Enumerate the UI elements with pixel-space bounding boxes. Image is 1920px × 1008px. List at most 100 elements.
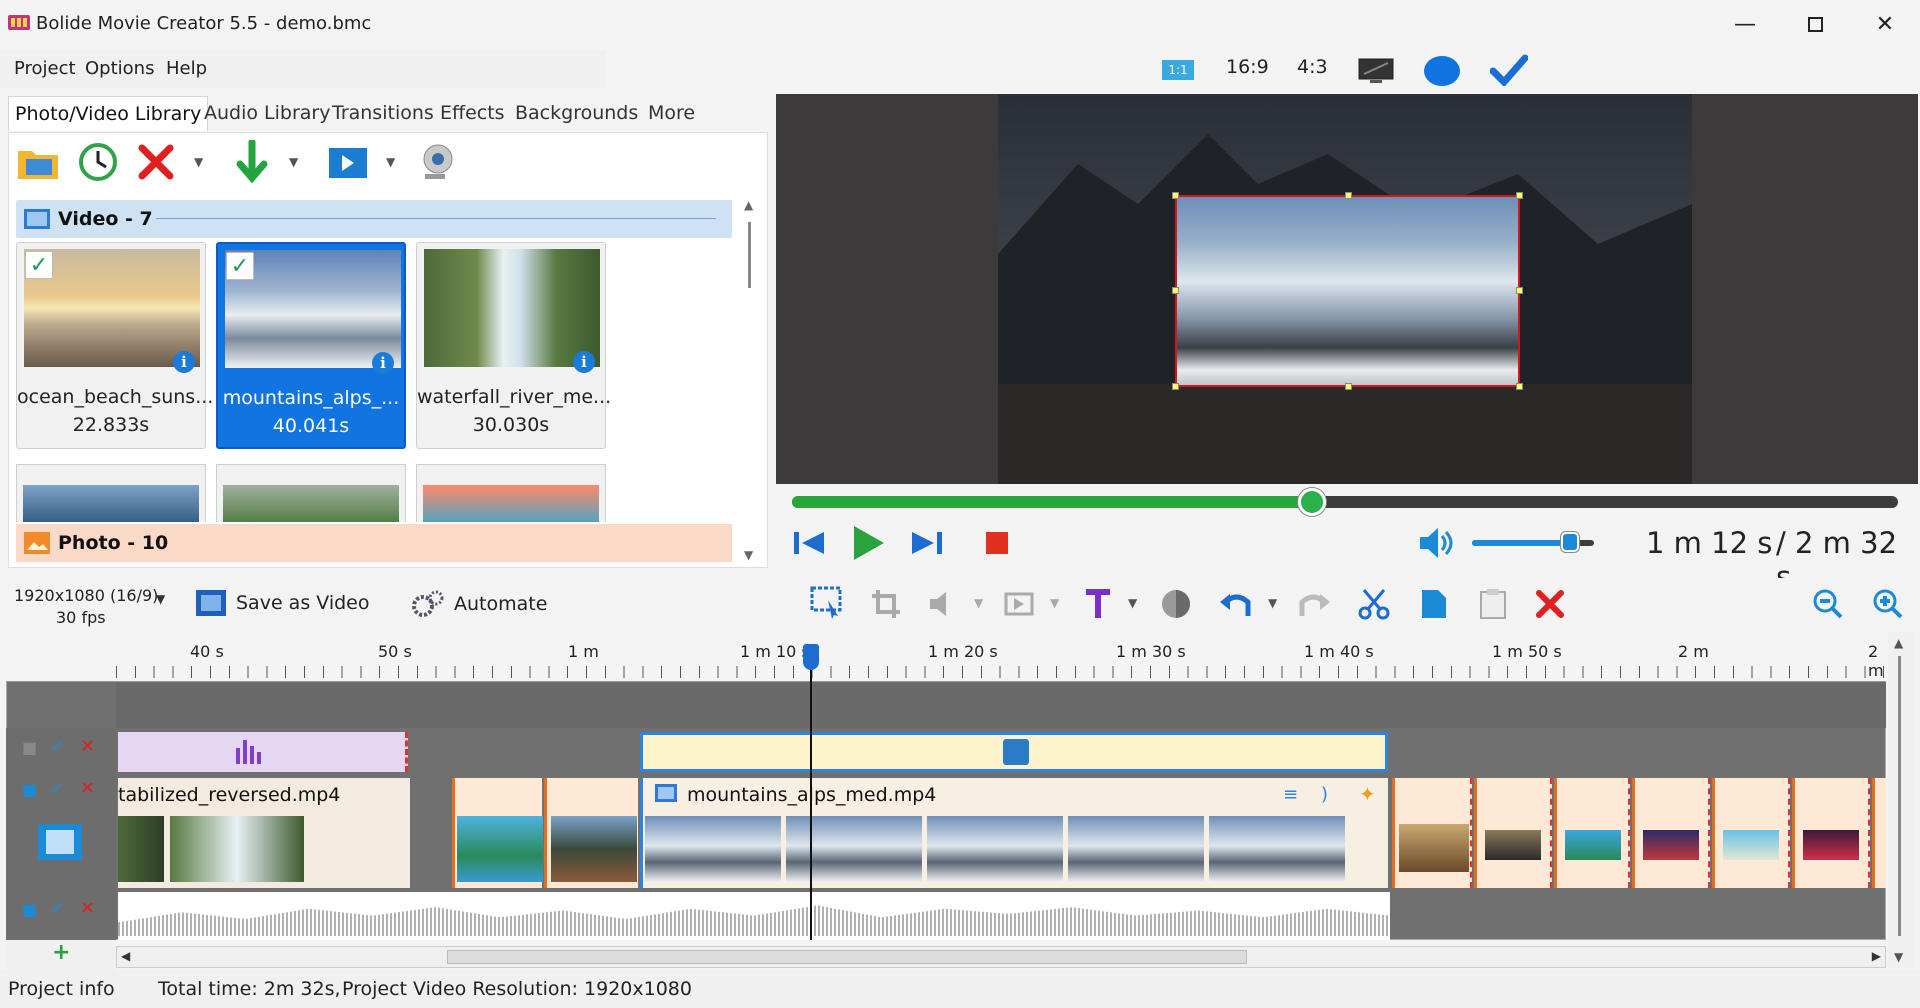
speaker-icon[interactable]: ■ (22, 780, 37, 799)
scissors-icon[interactable] (1358, 588, 1390, 624)
checkbox[interactable]: ✓ (25, 251, 53, 279)
close-button[interactable]: ✕ (1850, 0, 1920, 48)
speaker-icon[interactable]: ■ (22, 900, 37, 919)
recent-clock-icon[interactable] (74, 138, 122, 186)
check-icon[interactable]: ✓ (50, 898, 65, 919)
tab-more[interactable]: More (642, 96, 701, 130)
info-icon[interactable]: i (372, 352, 394, 374)
tab-effects[interactable]: Effects (434, 96, 511, 130)
playhead-handle[interactable] (803, 644, 819, 670)
previous-frame-icon[interactable] (792, 526, 826, 564)
resize-handle[interactable] (1516, 192, 1523, 199)
undo-icon[interactable] (1218, 588, 1252, 624)
color-effect-icon[interactable] (1160, 588, 1192, 624)
dropdown-arrow-icon[interactable]: ▼ (386, 155, 395, 169)
resize-handle[interactable] (1345, 383, 1352, 390)
dropdown-arrow-icon[interactable]: ▼ (194, 155, 203, 169)
maximize-button[interactable] (1780, 0, 1850, 48)
resize-handle[interactable] (1516, 383, 1523, 390)
dropdown-arrow-icon[interactable]: ▼ (1128, 596, 1137, 610)
import-down-arrow-icon[interactable] (228, 138, 276, 186)
webcam-icon[interactable] (412, 138, 460, 186)
library-item[interactable]: ✓ i mountains_alps_... 40.041s (216, 242, 406, 449)
screen-select-icon[interactable] (810, 586, 844, 624)
dropdown-arrow-icon[interactable]: ▼ (156, 592, 165, 606)
menu-help[interactable]: Help (166, 58, 207, 79)
check-icon[interactable]: ✓ (50, 778, 65, 799)
tab-audio-library[interactable]: Audio Library (198, 96, 336, 130)
menu-options[interactable]: Options (85, 58, 154, 79)
photo-clip[interactable] (1712, 778, 1790, 888)
selected-video-clip[interactable]: mountains_alps_med.mp4 ≡ ) ✦ (640, 778, 1388, 888)
library-item[interactable]: i waterfall_river_me... 30.030s (416, 242, 611, 449)
tab-backgrounds[interactable]: Backgrounds (509, 96, 644, 130)
photo-clip[interactable] (1632, 778, 1710, 888)
check-icon[interactable]: ✓ (50, 736, 65, 757)
paste-icon[interactable] (1478, 588, 1508, 624)
timeline-horizontal-scrollbar[interactable]: ◀ ▶ (116, 946, 1886, 968)
library-item[interactable] (416, 464, 606, 522)
add-track-icon[interactable]: + (52, 940, 70, 965)
photo-clip[interactable] (1392, 778, 1472, 888)
selected-overlay-clip[interactable] (1172, 192, 1523, 390)
checkbox[interactable]: ✓ (226, 252, 254, 280)
resize-handle[interactable] (1172, 383, 1179, 390)
photo-section-header[interactable]: Photo - 10 (16, 524, 732, 562)
adjust-icon[interactable]: ≡ (1283, 784, 1298, 805)
transition-icon[interactable] (1004, 590, 1036, 622)
library-item[interactable] (16, 464, 206, 522)
mute-icon[interactable] (928, 590, 958, 622)
overlay-clip[interactable] (640, 732, 1388, 772)
play-icon[interactable] (850, 524, 886, 566)
tab-photo-video-library[interactable]: Photo/Video Library (8, 96, 209, 131)
audio-wave-icon[interactable]: ) (1321, 784, 1328, 805)
photo-clip[interactable] (452, 778, 543, 888)
remove-icon[interactable]: ✕ (80, 778, 95, 799)
photo-clip[interactable] (1872, 778, 1886, 888)
video-capture-icon[interactable] (324, 138, 372, 186)
dropdown-arrow-icon[interactable]: ▼ (1050, 596, 1059, 610)
scroll-thumb[interactable] (447, 950, 1247, 964)
speaker-icon[interactable]: ■ (22, 738, 37, 757)
audio-clip[interactable] (118, 732, 408, 772)
ratio-1-1-button[interactable]: 1:1 (1162, 60, 1194, 80)
copy-icon[interactable] (1420, 588, 1448, 624)
save-as-video-button[interactable]: Save as Video (196, 590, 370, 616)
library-item[interactable]: ✓ i ocean_beach_suns... 22.833s (16, 242, 213, 449)
info-icon[interactable]: i (173, 351, 195, 373)
checkmark-icon[interactable] (1489, 54, 1529, 90)
volume-handle[interactable] (1560, 532, 1579, 552)
redo-icon[interactable] (1298, 588, 1332, 624)
audio-waveform-clip[interactable] (118, 892, 1390, 940)
open-folder-icon[interactable] (14, 138, 62, 186)
library-item[interactable] (216, 464, 406, 522)
photo-clip[interactable] (1792, 778, 1870, 888)
dropdown-arrow-icon[interactable]: ▼ (974, 596, 983, 610)
menu-project[interactable]: Project (14, 58, 76, 79)
crop-icon[interactable] (870, 588, 902, 624)
fps-label[interactable]: 30 fps (56, 608, 106, 627)
dropdown-arrow-icon[interactable]: ▼ (1268, 596, 1277, 610)
next-frame-icon[interactable] (910, 526, 944, 564)
timeline-vertical-scrollbar[interactable]: ▲ ▼ (1888, 632, 1914, 968)
library-scrollbar[interactable]: ▲ ▼ (740, 198, 760, 562)
remove-icon[interactable]: ✕ (80, 898, 95, 919)
circle-mask-icon[interactable] (1424, 56, 1460, 86)
stop-icon[interactable] (986, 532, 1008, 554)
volume-icon[interactable] (1418, 526, 1454, 564)
monitor-icon[interactable] (1358, 58, 1394, 88)
video-section-header[interactable]: Video - 7 (16, 200, 732, 238)
dropdown-arrow-icon[interactable]: ▼ (289, 155, 298, 169)
zoom-out-icon[interactable] (1812, 588, 1844, 624)
resize-handle[interactable] (1516, 287, 1523, 294)
ratio-4-3-button[interactable]: 4:3 (1297, 56, 1328, 78)
tab-transitions[interactable]: Transitions (326, 96, 440, 130)
resize-handle[interactable] (1345, 192, 1352, 199)
info-icon[interactable]: i (573, 351, 595, 373)
remove-icon[interactable]: ✕ (80, 736, 95, 757)
magic-effect-icon[interactable]: ✦ (1359, 782, 1376, 806)
automate-button[interactable]: Automate (412, 590, 547, 618)
minimize-button[interactable]: — (1710, 0, 1780, 48)
photo-clip[interactable] (1474, 778, 1552, 888)
remove-red-x-icon[interactable] (132, 138, 180, 186)
